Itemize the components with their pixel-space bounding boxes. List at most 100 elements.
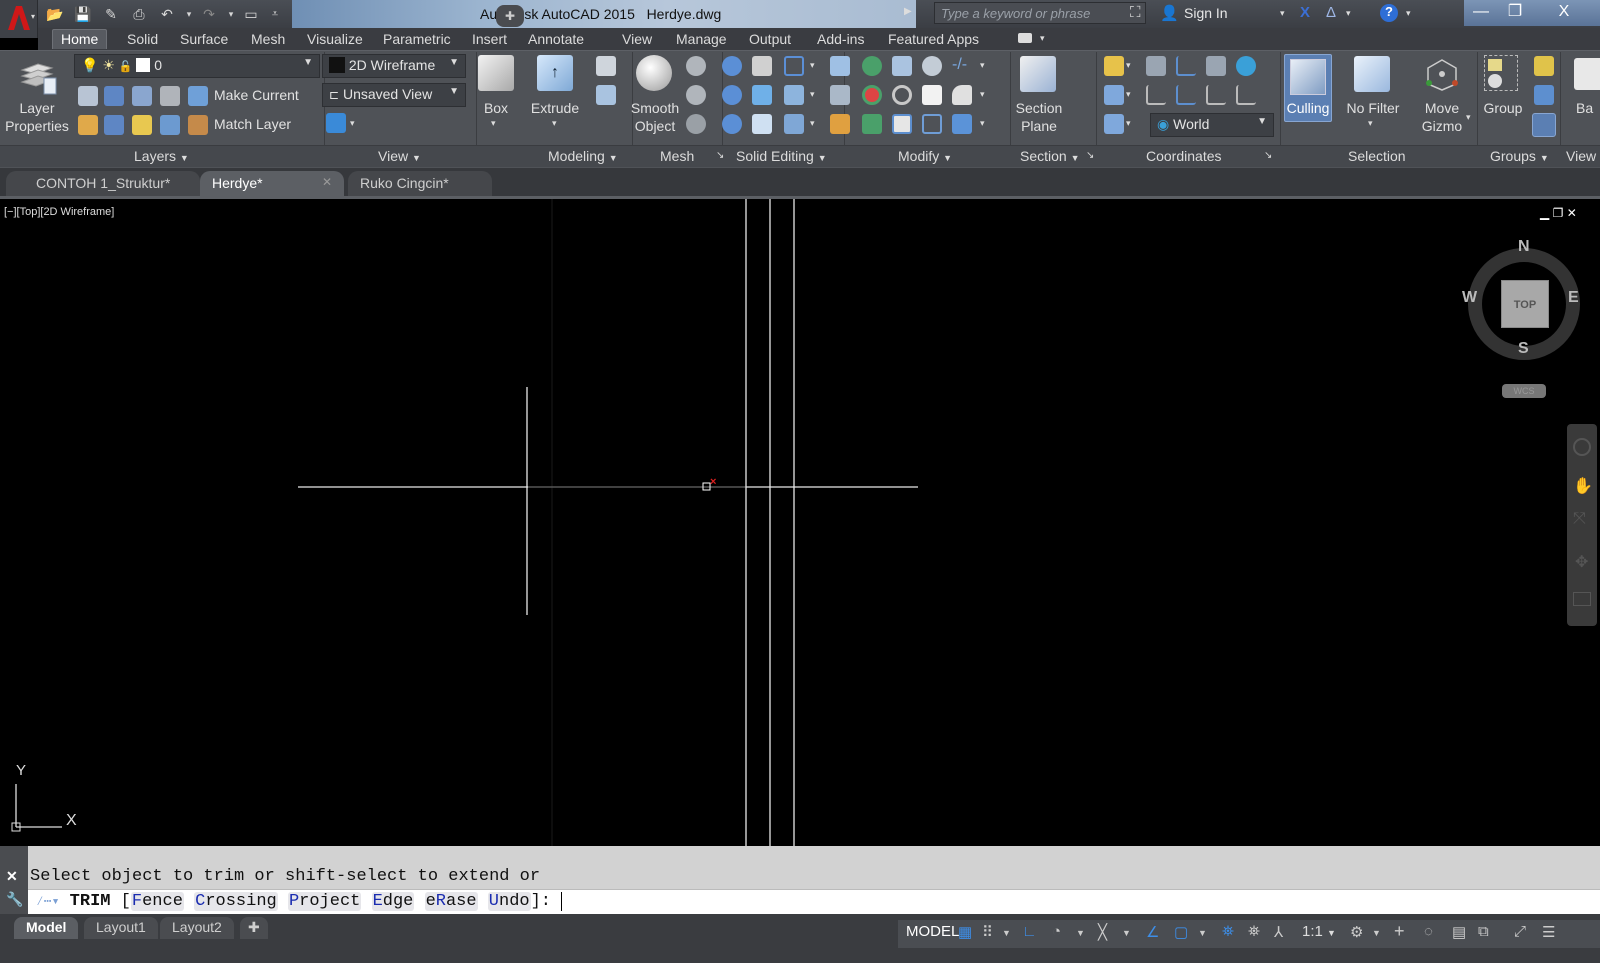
tab-output[interactable]: Output	[741, 30, 799, 50]
copy-icon[interactable]	[922, 56, 942, 76]
layout-tab-model[interactable]: Model	[14, 917, 79, 939]
restore-button[interactable]: ❐	[1498, 0, 1532, 24]
view-panel-title-2[interactable]: View	[1566, 148, 1596, 164]
close-button[interactable]: X	[1536, 0, 1592, 24]
group-button[interactable]: Group	[1478, 99, 1528, 117]
redo-icon[interactable]: ↷	[200, 5, 218, 23]
customization-menu-icon[interactable]: ☰	[1542, 923, 1555, 941]
move-gizmo-button[interactable]: Move Gizmo	[1412, 99, 1472, 135]
help-dropdown-icon[interactable]: ▾	[1406, 8, 1411, 19]
move-icon[interactable]	[892, 56, 912, 76]
no-filter-dropdown-icon[interactable]: ▾	[1368, 118, 1373, 129]
layer-thaw-icon[interactable]	[132, 115, 152, 135]
object-snap-icon[interactable]: ▢	[1174, 923, 1188, 941]
box-dropdown-icon[interactable]: ▾	[491, 118, 496, 129]
viewport-config-icon[interactable]	[326, 113, 346, 133]
ucs-previous-icon[interactable]	[1146, 85, 1166, 105]
ucs-3point-icon[interactable]	[1236, 85, 1256, 105]
named-view-dropdown[interactable]: ⊏ Unsaved View ▼	[322, 83, 466, 107]
slice-icon[interactable]	[752, 85, 772, 105]
ucs-object-icon[interactable]	[1206, 56, 1226, 76]
refine-mesh-icon[interactable]	[686, 114, 706, 134]
expand-search-icon[interactable]: ▶	[904, 6, 912, 17]
match-properties-icon[interactable]	[830, 114, 850, 134]
orbit-icon[interactable]: ✥	[1575, 552, 1588, 572]
groups-panel-title[interactable]: Groups ▼	[1490, 148, 1549, 164]
zoom-extents-icon[interactable]: ⤧	[1573, 510, 1586, 528]
array-dropdown-icon[interactable]: ▾	[980, 118, 985, 129]
workspace-gear-icon[interactable]: ⚙	[1350, 923, 1363, 941]
layout-tab-layout1[interactable]: Layout1	[84, 917, 158, 939]
box-button[interactable]: Box	[472, 99, 520, 117]
layer-isolate-icon[interactable]	[104, 86, 124, 106]
section-panel-title[interactable]: Section ▼	[1020, 148, 1080, 164]
extract-edges-dropdown-icon[interactable]: ▾	[810, 60, 815, 71]
smooth-object-button[interactable]: Smooth Object	[626, 99, 684, 135]
tab-annotate[interactable]: Annotate	[520, 30, 592, 50]
layer-on-icon[interactable]	[78, 115, 98, 135]
annotation-scale-value[interactable]: 1:1 ▼	[1302, 923, 1336, 940]
shell-icon[interactable]	[752, 114, 772, 134]
move-gizmo-dropdown-icon[interactable]: ▾	[1466, 112, 1471, 123]
ortho-icon[interactable]: ∟	[1022, 923, 1037, 940]
viewport-controls-label[interactable]: [−][Top][2D Wireframe]	[4, 206, 114, 218]
a360-dropdown-icon[interactable]: ▾	[1346, 8, 1351, 19]
layer-freeze-icon[interactable]	[132, 86, 152, 106]
scale-icon[interactable]	[892, 114, 912, 134]
3d-rotate-icon[interactable]	[862, 85, 882, 105]
group-selection-toggle-icon[interactable]	[1532, 113, 1556, 137]
workspace-dropdown-icon[interactable]: ▼	[1372, 928, 1381, 938]
application-menu-button[interactable]: ▾	[0, 0, 38, 38]
ucs-dropdown[interactable]: ◉ World ▼	[1150, 113, 1274, 137]
option-erase[interactable]: eRase	[424, 892, 478, 911]
osnap-dropdown-icon[interactable]: ▼	[1198, 928, 1207, 938]
option-undo[interactable]: Undo	[487, 892, 531, 911]
ucs-face-dropdown-icon[interactable]: ▾	[1126, 118, 1131, 129]
smooth-mesh-icon[interactable]	[596, 85, 616, 105]
trim-dropdown-icon[interactable]: ▾	[980, 60, 985, 71]
view-panel-title[interactable]: View ▼	[378, 148, 421, 164]
ucs-icon[interactable]	[1104, 56, 1124, 76]
ucs-x-dropdown-icon[interactable]: ▾	[1126, 89, 1131, 100]
grid-icon[interactable]: ▦	[958, 923, 972, 941]
object-snap-tracking-icon[interactable]: ∠	[1146, 923, 1159, 941]
customize-qat-icon[interactable]: ⩡	[266, 5, 284, 23]
viewport-config-dropdown-icon[interactable]: ▾	[350, 118, 355, 129]
tab-view[interactable]: View	[614, 30, 660, 50]
wrench-icon[interactable]: 🔧	[6, 891, 23, 908]
annotation-visibility-icon[interactable]: ⛯	[1222, 923, 1234, 940]
stretch-icon[interactable]	[830, 85, 850, 105]
new-layout-button[interactable]: ✚	[240, 917, 268, 939]
section-dialog-launcher-icon[interactable]: ↘	[1086, 150, 1094, 161]
match-layer-button[interactable]: Match Layer	[214, 116, 291, 132]
modeling-panel-title[interactable]: Modeling ▼	[548, 148, 618, 164]
array-icon[interactable]	[952, 114, 972, 134]
annotation-scale-icon[interactable]: ⅄	[1274, 923, 1283, 941]
new-file-tab-button[interactable]: ✚	[496, 5, 524, 27]
isodraft-dropdown-icon[interactable]: ▼	[1122, 928, 1131, 938]
undo-dropdown-icon[interactable]: ▾	[180, 5, 198, 23]
coordinates-dialog-launcher-icon[interactable]: ↘	[1264, 150, 1272, 161]
separate-dropdown-icon[interactable]: ▾	[810, 118, 815, 129]
section-plane-icon[interactable]	[1020, 56, 1056, 92]
search-input[interactable]: Type a keyword or phrase	[934, 2, 1146, 24]
save-icon[interactable]: 💾	[74, 5, 92, 23]
ucs-x-icon[interactable]	[1104, 85, 1124, 105]
save-as-icon[interactable]: ✎	[102, 5, 120, 23]
auto-scale-icon[interactable]: ⛯	[1248, 923, 1260, 940]
ucs-z-icon[interactable]	[1206, 85, 1226, 105]
units-icon[interactable]: ◌	[1424, 923, 1433, 940]
close-command-line-icon[interactable]: ✕	[6, 868, 18, 885]
new-sheet-icon[interactable]: ▭	[242, 5, 260, 23]
plot-icon[interactable]: ⎙	[130, 5, 148, 23]
align-icon[interactable]	[922, 85, 942, 105]
extract-edges-icon[interactable]	[784, 56, 804, 76]
isolate-objects-icon[interactable]: ⧉	[1478, 923, 1489, 940]
viewport-minimize-icon[interactable]: ▁	[1540, 206, 1549, 220]
offset-icon[interactable]	[922, 114, 942, 134]
compass-west[interactable]: W	[1462, 289, 1477, 307]
isodraft-icon[interactable]: ╳	[1098, 923, 1107, 941]
layout-tab-layout2[interactable]: Layout2	[160, 917, 234, 939]
mesh-panel-title[interactable]: Mesh	[660, 148, 694, 164]
file-tab-ruko[interactable]: Ruko Cingcin*	[348, 171, 492, 196]
